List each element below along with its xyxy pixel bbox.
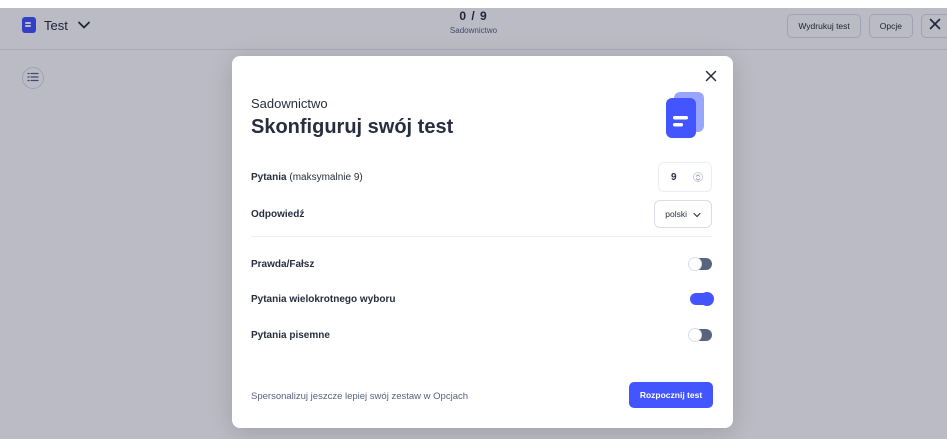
answer-label: Odpowiedź (251, 208, 305, 220)
toggle-label-written: Pytania pisemne (251, 329, 330, 341)
true-false-toggle[interactable] (688, 257, 712, 271)
answer-row: Odpowiedź polski (251, 200, 712, 228)
toggle-row-true-false: Prawda/Fałsz (251, 257, 712, 271)
chevron-down-icon (693, 205, 701, 223)
questions-row: Pytania (maksymalnie 9) 9 (251, 162, 712, 192)
dialog-set-name: Sadownictwo (251, 96, 328, 111)
personalize-hint: Spersonalizuj jeszcze lepiej swój zestaw… (251, 391, 469, 402)
answer-language-select[interactable]: polski (654, 200, 712, 228)
toggle-knob (688, 257, 702, 271)
toggle-row-written: Pytania pisemne (251, 328, 712, 342)
questions-count-input[interactable]: 9 (658, 162, 712, 192)
toggle-knob (688, 328, 702, 342)
questions-label: Pytania (251, 171, 287, 183)
start-test-button[interactable]: Rozpocznij test (629, 382, 713, 408)
dialog-title: Skonfiguruj swój test (251, 116, 454, 138)
toggle-label-true-false: Prawda/Fałsz (251, 258, 315, 270)
multiple-choice-toggle[interactable] (690, 292, 714, 306)
answer-language-value: polski (665, 209, 687, 219)
toggle-row-multiple-choice: Pytania wielokrotnego wyboru (251, 292, 714, 306)
close-dialog-button[interactable] (703, 70, 719, 86)
test-document-icon (664, 90, 708, 140)
written-questions-toggle[interactable] (688, 328, 712, 342)
toggle-label-multiple-choice: Pytania wielokrotnego wyboru (251, 293, 396, 305)
configure-test-dialog: Sadownictwo Skonfiguruj swój test Pytani… (232, 56, 733, 428)
stepper-icon[interactable] (693, 172, 703, 182)
close-icon (705, 69, 717, 87)
toggle-knob (700, 292, 714, 306)
section-divider (251, 236, 712, 237)
questions-hint: (maksymalnie 9) (289, 171, 363, 183)
questions-count-value: 9 (671, 171, 677, 183)
